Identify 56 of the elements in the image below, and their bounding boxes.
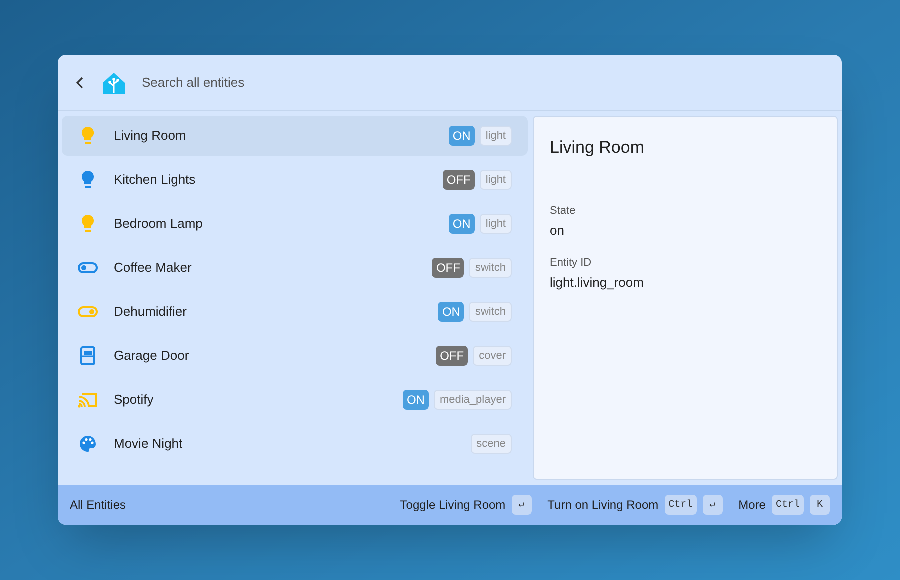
cast-icon [78,392,98,408]
entity-name: Coffee Maker [114,259,193,278]
state-badge: OFF [436,346,468,366]
state-badge: ON [438,302,464,322]
entity-row[interactable]: Bedroom Lamp ON light [62,204,528,244]
entity-row[interactable]: Kitchen Lights OFF light [62,160,528,200]
entity-row[interactable]: Garage Door OFF cover [62,336,528,376]
back-icon [76,76,84,88]
domain-tag: cover [473,346,512,366]
entity-name: Movie Night [114,435,184,454]
search-field[interactable]: Search all entities [142,72,830,92]
state-badge: ON [448,126,475,146]
state-badge: OFF [442,170,475,190]
domain-tag: light [480,214,512,234]
entity-name: Spotify [114,391,155,410]
key-cap: Ctrl [664,495,697,515]
key-cap: ↵ [702,495,723,515]
domain-tag: switch [469,302,512,322]
entity-name: Dehumidifier [114,303,188,322]
action-label: Turn on Living Room [548,497,659,514]
entity-name: Kitchen Lights [114,171,197,190]
entity-row[interactable]: Dehumidifier ON switch [62,292,528,332]
field-value: light.living_room [550,274,645,292]
state-badge: OFF [432,258,464,278]
palette-icon [79,435,97,453]
field-value: on [550,222,566,240]
footer-label: All Entities [70,497,128,514]
domain-tag: scene [470,434,512,454]
toggle-icon [78,306,98,318]
entity-name: Living Room [114,127,188,146]
domain-tag: light [480,126,512,146]
domain-tag: media_player [434,390,512,410]
key-cap: K [810,495,830,515]
lightbulb-icon [80,126,96,146]
entity-row[interactable]: Movie Night scene [62,424,528,464]
house-logo-icon [102,72,126,94]
key-cap: Ctrl [772,495,804,515]
state-badge: ON [448,214,475,234]
entity-name: Garage Door [114,347,190,366]
domain-tag: light [480,170,512,190]
action-label: More [738,497,766,514]
entity-name: Bedroom Lamp [114,215,204,234]
domain-tag: switch [469,258,512,278]
key-cap: ↵ [512,495,532,515]
entity-row[interactable]: Coffee Maker OFF switch [62,248,528,288]
lightbulb-icon [80,170,96,190]
field-label: State [550,204,577,218]
state-badge: ON [402,390,429,410]
action-label: Toggle Living Room [400,497,506,514]
entity-row[interactable]: Living Room ON light [62,116,528,156]
detail-title: Living Room [550,137,646,159]
lightbulb-icon [80,214,96,234]
field-label: Entity ID [550,256,593,270]
toggle-icon [78,262,98,274]
garage-icon [80,346,96,366]
entity-row[interactable]: Spotify ON media_player [62,380,528,420]
